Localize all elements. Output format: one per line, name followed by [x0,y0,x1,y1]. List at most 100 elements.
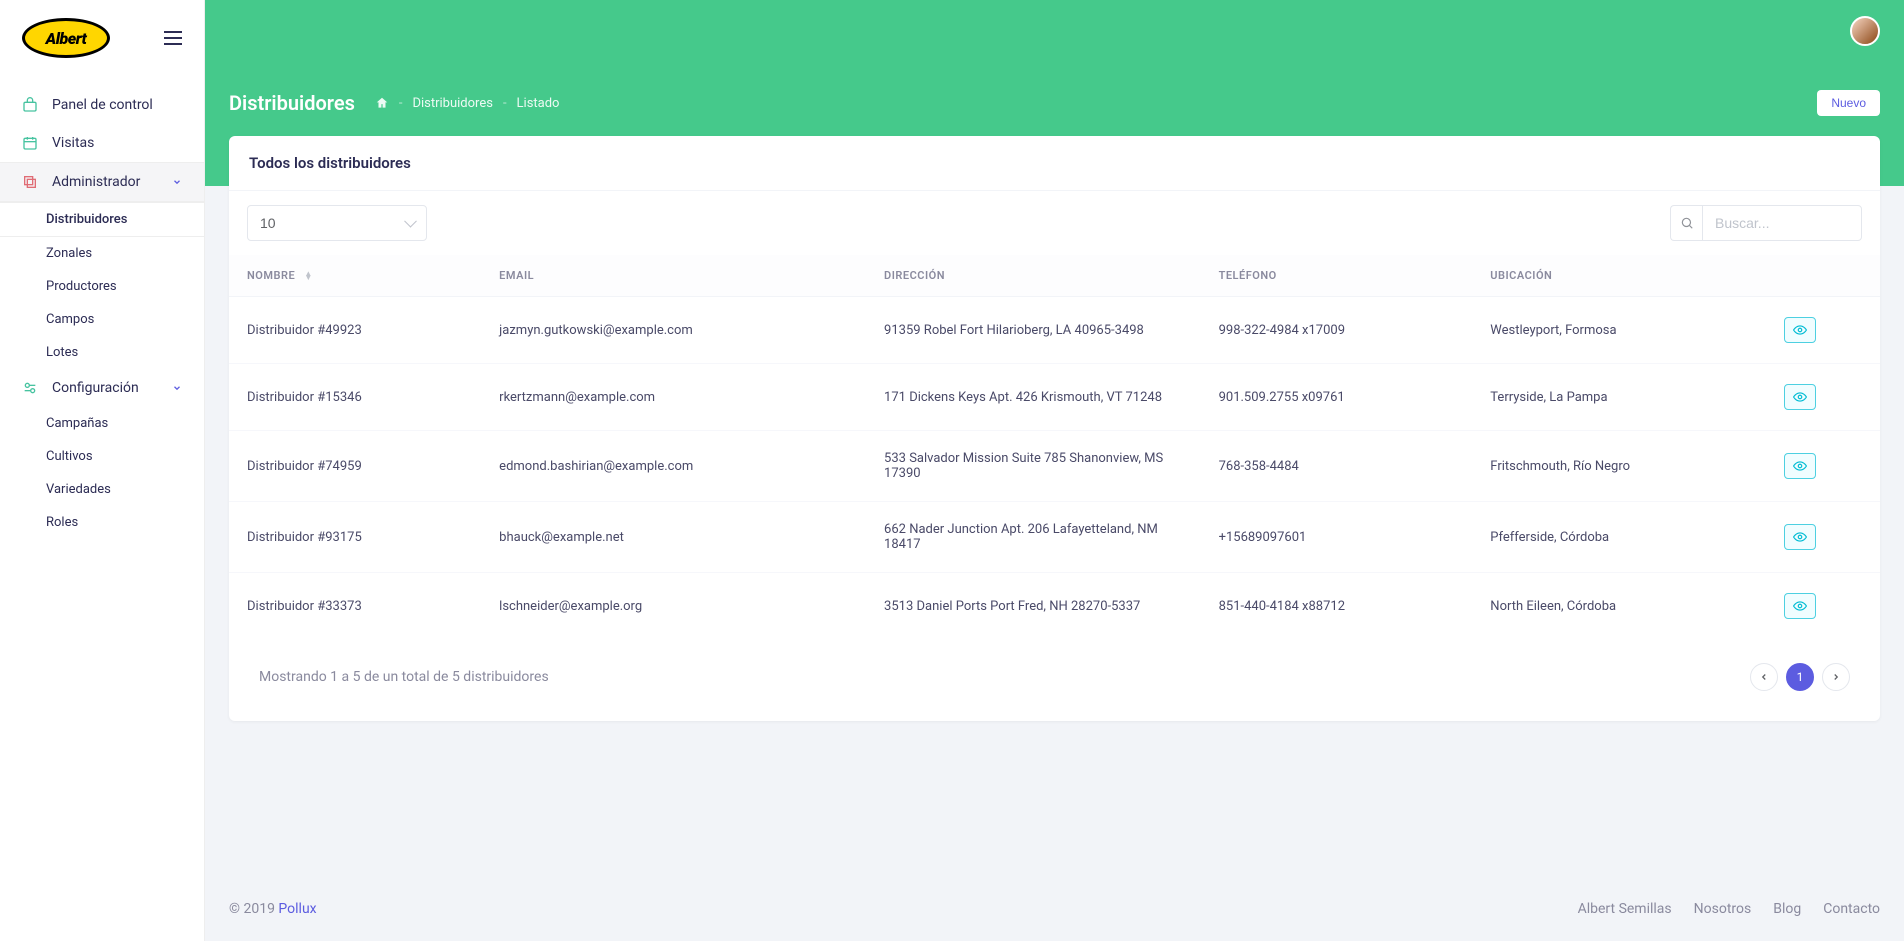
topbar [205,0,1904,62]
avatar[interactable] [1850,16,1880,46]
cell-ubicacion: Terryside, La Pampa [1472,364,1766,431]
cell-ubicacion: Pfefferside, Córdoba [1472,502,1766,573]
breadcrumb-listado: Listado [517,96,560,111]
cell-ubicacion: Westleyport, Formosa [1472,297,1766,364]
sidebar-item-configuracion[interactable]: Configuración [0,369,204,407]
dashboard-icon [22,97,38,113]
sidebar-item-campanas[interactable]: Campañas [0,407,204,440]
sidebar-item-label: Configuración [52,380,139,396]
cell-direccion: 3513 Daniel Ports Port Fred, NH 28270-53… [866,573,1201,640]
footer-link-albert[interactable]: Albert Semillas [1578,901,1672,917]
search-wrap [1670,205,1862,241]
page-next-button[interactable] [1822,663,1850,691]
cell-email: bhauck@example.net [481,502,866,573]
cell-actions [1766,573,1880,640]
col-email[interactable]: Email [481,255,866,297]
page-size-select[interactable] [247,205,427,241]
cell-email: lschneider@example.org [481,573,866,640]
brand-link[interactable]: Pollux [278,901,316,917]
col-actions [1766,255,1880,297]
cell-telefono: 851-440-4184 x88712 [1201,573,1473,640]
cell-nombre: Distribuidor #33373 [229,573,481,640]
cell-actions [1766,297,1880,364]
sidebar-item-label: Visitas [52,135,94,151]
sidebar-item-zonales[interactable]: Zonales [0,237,204,270]
footer-link-contacto[interactable]: Contacto [1823,901,1880,917]
table-row: Distribuidor #49923jazmyn.gutkowski@exam… [229,297,1880,364]
cell-telefono: +15689097601 [1201,502,1473,573]
sidebar-item-label: Administrador [52,174,140,190]
sidebar-item-roles[interactable]: Roles [0,506,204,539]
sort-icon: ▲▼ [304,272,312,280]
admin-icon [22,174,38,190]
cell-actions [1766,431,1880,502]
search-icon [1670,205,1702,241]
sidebar-item-administrador[interactable]: Administrador [0,162,204,202]
distribuidores-table: Nombre ▲▼ Email Dirección Teléfono Ubica… [229,255,1880,639]
cell-email: rkertzmann@example.com [481,364,866,431]
search-input[interactable] [1702,205,1862,241]
cell-nombre: Distribuidor #93175 [229,502,481,573]
sidebar-item-dashboard[interactable]: Panel de control [0,86,204,124]
sidebar-item-cultivos[interactable]: Cultivos [0,440,204,473]
cell-direccion: 171 Dickens Keys Apt. 426 Krismouth, VT … [866,364,1201,431]
cell-actions [1766,364,1880,431]
footer-links: Albert Semillas Nosotros Blog Contacto [1578,901,1880,917]
page-title: Distribuidores [229,91,355,115]
cell-direccion: 533 Salvador Mission Suite 785 Shanonvie… [866,431,1201,502]
logo[interactable]: Albert [22,18,110,58]
cell-direccion: 91359 Robel Fort Hilarioberg, LA 40965-3… [866,297,1201,364]
view-button[interactable] [1784,524,1816,550]
pagination-info: Mostrando 1 a 5 de un total de 5 distrib… [259,669,549,685]
copyright-text: © 2019 [229,901,278,917]
config-submenu: Campañas Cultivos Variedades Roles [0,407,204,539]
sidebar-item-label: Panel de control [52,97,153,113]
cell-ubicacion: North Eileen, Córdoba [1472,573,1766,640]
sidebar: Albert Panel de control Visitas [0,0,205,941]
col-ubicacion[interactable]: Ubicación [1472,255,1766,297]
cell-email: edmond.bashirian@example.com [481,431,866,502]
sidebar-item-campos[interactable]: Campos [0,303,204,336]
sidebar-item-productores[interactable]: Productores [0,270,204,303]
calendar-icon [22,135,38,151]
sidebar-item-lotes[interactable]: Lotes [0,336,204,369]
nav: Panel de control Visitas Administrador D… [0,76,204,539]
view-button[interactable] [1784,593,1816,619]
page-prev-button[interactable] [1750,663,1778,691]
footer: © 2019 Pollux Albert Semillas Nosotros B… [205,877,1904,941]
breadcrumb-sep: - [503,96,507,111]
footer-link-nosotros[interactable]: Nosotros [1694,901,1752,917]
col-telefono[interactable]: Teléfono [1201,255,1473,297]
cell-nombre: Distribuidor #74959 [229,431,481,502]
view-button[interactable] [1784,453,1816,479]
col-nombre[interactable]: Nombre ▲▼ [229,255,481,297]
col-direccion[interactable]: Dirección [866,255,1201,297]
table-row: Distribuidor #15346rkertzmann@example.co… [229,364,1880,431]
admin-submenu: Distribuidores Zonales Productores Campo… [0,202,204,369]
cell-actions [1766,502,1880,573]
sidebar-item-visitas[interactable]: Visitas [0,124,204,162]
chevron-down-icon [172,383,182,393]
sidebar-item-variedades[interactable]: Variedades [0,473,204,506]
sidebar-item-distribuidores[interactable]: Distribuidores [0,202,204,237]
page-size-select-wrap [247,205,427,241]
table-row: Distribuidor #93175bhauck@example.net662… [229,502,1880,573]
col-label: Nombre [247,269,295,282]
footer-link-blog[interactable]: Blog [1773,901,1801,917]
cell-ubicacion: Fritschmouth, Río Negro [1472,431,1766,502]
cell-telefono: 901.509.2755 x09761 [1201,364,1473,431]
pager: 1 [1750,663,1850,691]
card-title: Todos los distribuidores [229,136,1880,191]
toolbar [229,191,1880,255]
cell-telefono: 998-322-4984 x17009 [1201,297,1473,364]
breadcrumb-sep: - [399,96,403,111]
page-1-button[interactable]: 1 [1786,663,1814,691]
home-icon[interactable] [375,96,389,110]
breadcrumb-distribuidores[interactable]: Distribuidores [412,96,492,111]
menu-toggle-button[interactable] [164,31,182,45]
view-button[interactable] [1784,384,1816,410]
new-button[interactable]: Nuevo [1817,90,1880,116]
view-button[interactable] [1784,317,1816,343]
chevron-down-icon [172,177,182,187]
copyright: © 2019 Pollux [229,901,317,917]
